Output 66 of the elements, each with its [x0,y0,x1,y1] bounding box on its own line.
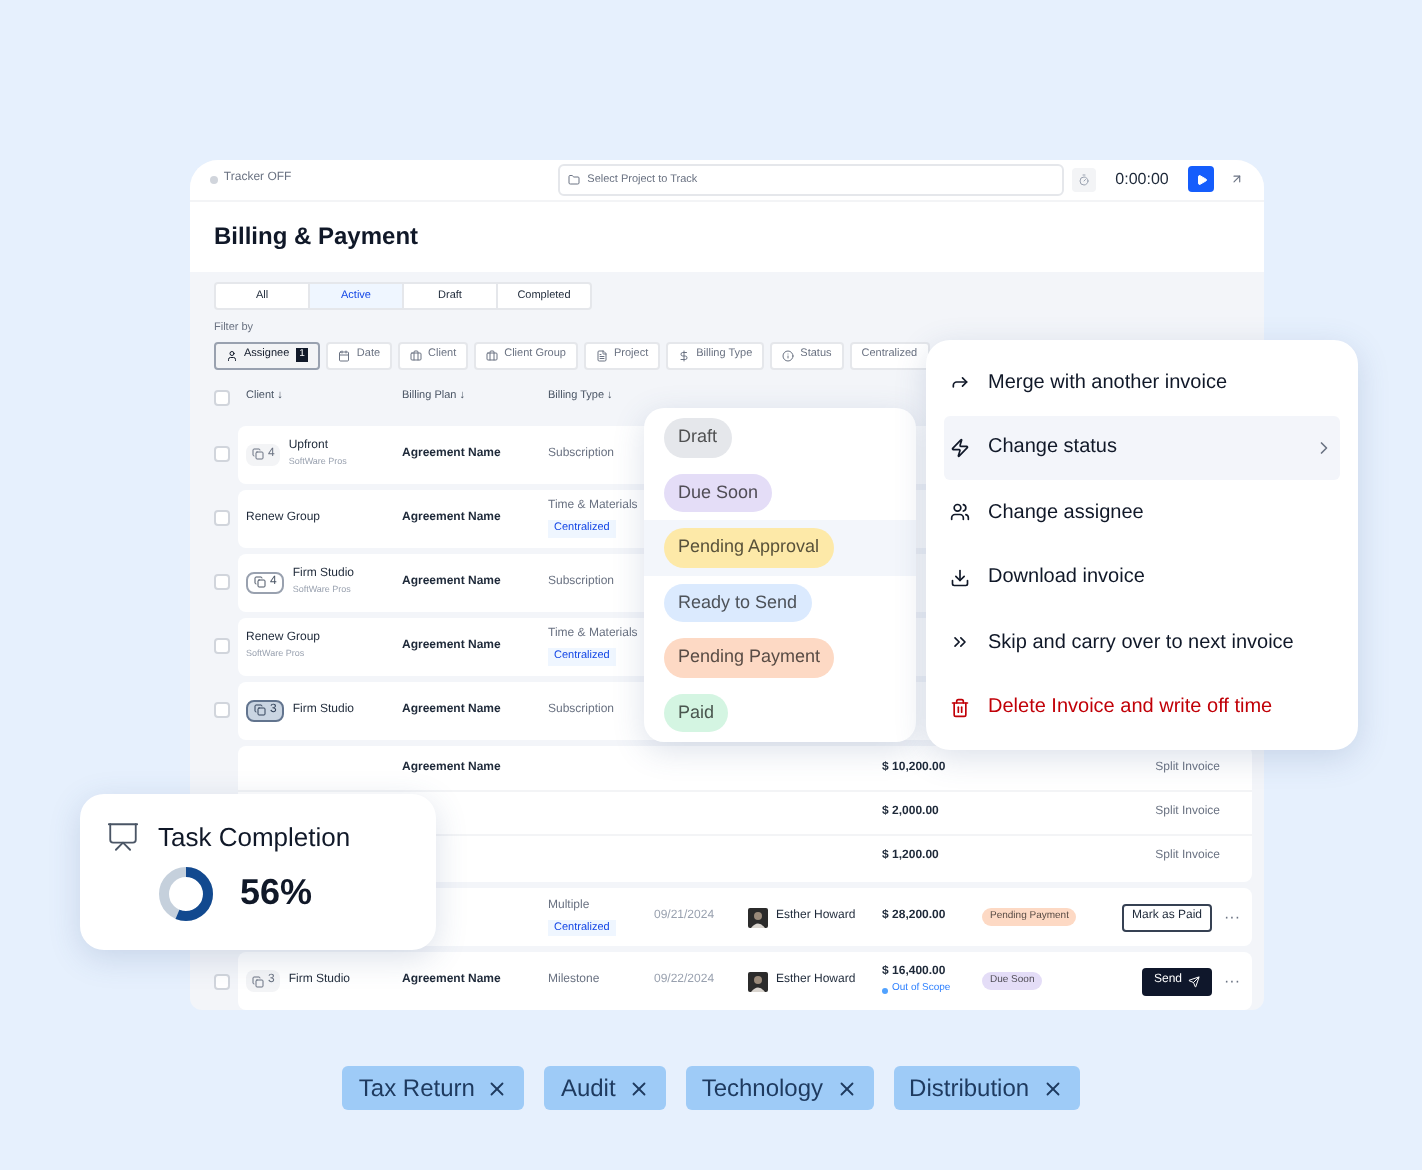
play-icon [1195,173,1208,186]
menu-item[interactable]: Download invoice [944,545,1340,610]
row-checkbox[interactable] [214,510,230,526]
avatar-icon [748,907,768,927]
copy-icon [252,448,264,460]
folder-icon [567,173,580,186]
briefcase-icon [486,349,499,361]
status-pill: Paid [664,693,729,732]
avatar-icon [748,971,768,991]
status-option[interactable]: Pending Approval [644,520,916,575]
info-icon [782,349,795,361]
download-icon [950,567,970,588]
close-icon[interactable] [1041,1077,1064,1099]
timer-display: 0:00:00 [1115,167,1169,192]
close-icon[interactable] [627,1077,650,1099]
expand-icon[interactable] [1230,172,1244,187]
more-options-button[interactable]: ··· [1212,905,1252,929]
row-checkbox[interactable] [214,574,230,590]
row-checkbox[interactable] [214,973,230,989]
status-pill: Draft [664,418,732,457]
status-option[interactable]: Draft [644,410,916,465]
select-all-checkbox[interactable] [214,389,230,405]
close-icon[interactable] [835,1077,858,1099]
card-title: Task Completion [158,820,351,856]
send-icon [1188,975,1200,987]
chart-board-icon [106,820,140,855]
double-chevron-icon [950,632,970,653]
play-button[interactable] [1188,166,1215,193]
close-icon[interactable] [486,1077,509,1099]
briefcase-icon [410,349,423,361]
more-options-button[interactable]: ··· [1212,969,1252,993]
tag-chip[interactable]: Audit [544,1066,666,1110]
status-pill: Pending Payment [664,638,835,677]
row-checkbox[interactable] [214,702,230,718]
copy-icon [254,576,266,588]
status-pill: Pending Approval [664,528,834,567]
menu-item[interactable]: Change assignee [944,480,1340,545]
users-icon [950,502,970,523]
status-option[interactable]: Paid [644,685,916,740]
timer-icon [1077,173,1090,186]
document-icon [596,349,608,361]
tag-chip[interactable]: Tax Return [342,1066,525,1110]
lightning-icon [950,437,970,458]
row-checkbox[interactable] [214,446,230,462]
menu-item[interactable]: Delete Invoice and write off time [944,675,1340,740]
status-pill: Due Soon [664,473,773,512]
completion-percentage: 56% [240,870,313,916]
dollar-icon [678,349,691,361]
calendar-icon [338,349,351,361]
timer-settings-button[interactable] [1071,167,1096,192]
status-pill: Ready to Send [664,583,812,622]
status-option[interactable]: Pending Payment [644,630,916,685]
row-checkbox[interactable] [214,638,230,654]
copy-icon [254,704,266,716]
menu-item[interactable]: Skip and carry over to next invoice [944,610,1340,675]
tag-chip[interactable]: Distribution [893,1066,1080,1110]
status-option[interactable]: Due Soon [644,465,916,520]
user-icon [226,349,238,361]
copy-icon [252,975,264,987]
trash-icon [950,697,970,718]
status-option[interactable]: Ready to Send [644,575,916,630]
menu-item[interactable]: Change status [944,415,1340,480]
page-title: Billing & Payment [214,220,419,255]
forward-arrow-icon [950,372,970,393]
tag-chip[interactable]: Technology [685,1066,874,1110]
menu-item[interactable]: Merge with another invoice [944,350,1340,415]
